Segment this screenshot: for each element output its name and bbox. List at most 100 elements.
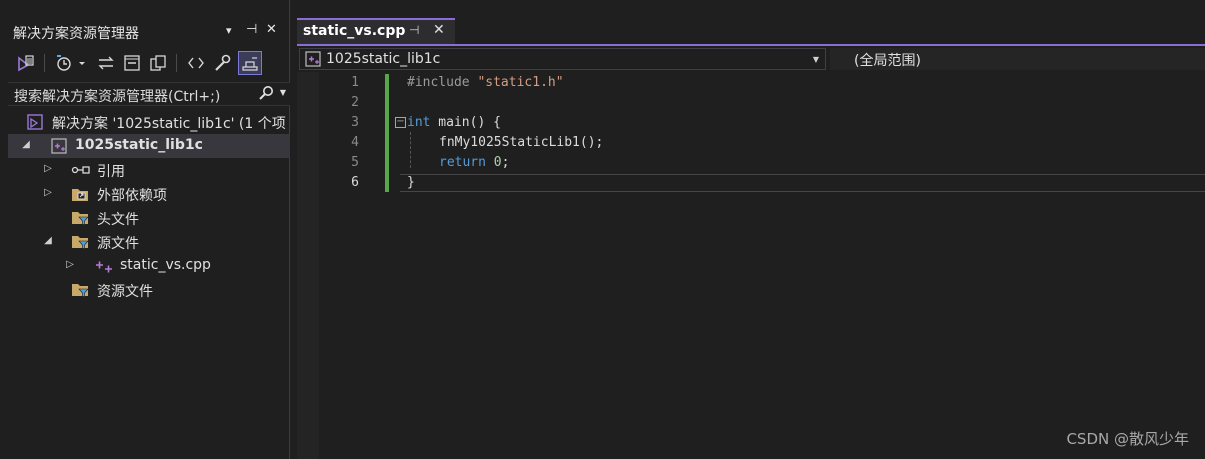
editor-navigation-bar: 1025static_lib1c ▼ (全局范围) [297,47,1205,72]
tree-item-label: 解决方案 '1025static_lib1c' (1 个项 [52,116,286,132]
collapse-all-icon [124,55,140,71]
tree-item-references[interactable]: ▷ 引用 [8,158,290,182]
filter-folder-icon [71,233,89,251]
indent-guide [410,132,411,168]
tree-item-label: 头文件 [97,212,139,228]
tab-title: static_vs.cpp [303,23,406,39]
code-line-1[interactable]: #include "static1.h" [407,75,564,90]
solution-explorer-title-bar: 解决方案资源管理器 ▾ ⊣ ✕ [0,18,290,48]
line-number: 1 [351,75,359,90]
show-all-files-icon [150,55,166,71]
toolbar-separator [44,54,45,72]
scope-dropdown-value: (全局范围) [854,53,921,69]
line-number-current: 6 [351,175,359,190]
cpp-file-icon [94,257,112,275]
line-number: 2 [351,95,359,110]
code-line-4[interactable]: fnMy1025StaticLib1(); [439,135,603,150]
sync-with-active-document-button[interactable] [94,51,118,75]
close-panel-button[interactable]: ✕ [266,22,277,37]
tree-item-label: 资源文件 [97,284,153,300]
filter-folder-icon [71,209,89,227]
preview-icon [242,57,258,71]
tab-static-vs-cpp[interactable]: static_vs.cpp ⊣ ✕ [297,18,455,44]
window-position-dropdown[interactable]: ▾ [226,24,232,37]
keyword: int [407,115,431,130]
line-number: 4 [351,135,359,150]
cpp-project-icon [50,137,68,155]
solution-explorer-search[interactable]: 搜索解决方案资源管理器(Ctrl+;) ▼ [8,82,290,106]
solution-tree: 解决方案 '1025static_lib1c' (1 个项 ◢ 1025stat… [8,110,290,310]
tree-item-label: 引用 [97,164,125,180]
external-deps-icon [71,185,89,203]
code-editor[interactable]: 1 2 3 4 5 6 − #include "static1.h" int m… [297,72,1205,459]
preprocessor-directive: #include [407,75,478,90]
collapse-all-button[interactable] [120,51,144,75]
solution-icon [26,113,44,131]
change-tracking-bar [385,74,389,192]
preview-selected-items-button[interactable] [238,51,262,75]
tree-item-static-vs-cpp[interactable]: ▷ static_vs.cpp [8,254,290,278]
clock-filter-icon [57,55,85,71]
tree-item-resource-files[interactable]: 资源文件 [8,278,290,302]
current-line-highlight [400,174,1205,192]
fold-toggle-icon[interactable]: − [395,117,406,128]
project-dropdown-value: 1025static_lib1c [326,51,441,67]
watermark: CSDN @散风少年 [1066,430,1189,448]
number-literal: 0 [493,155,502,170]
line-number: 3 [351,115,359,130]
code-line-6[interactable]: } [407,175,415,190]
code-line-5[interactable]: return 0; [439,155,509,170]
solution-explorer-panel: 解决方案资源管理器 ▾ ⊣ ✕ 搜索解决方案资源管理器(Ctrl+;) ▼ 解决… [0,0,290,459]
code-brackets-icon [188,57,204,69]
show-all-files-button[interactable] [146,51,170,75]
tree-item-project[interactable]: ◢ 1025static_lib1c [8,134,290,158]
chevron-down-icon: ▼ [812,55,819,64]
code-text: } [407,175,415,190]
tree-item-header-files[interactable]: 头文件 [8,206,290,230]
expand-arrow-icon[interactable]: ▷ [42,187,54,199]
solution-explorer-toolbar [8,48,290,78]
wrench-icon [215,54,231,71]
function-call: fnMy1025StaticLib1 [439,135,580,150]
expand-arrow-icon[interactable]: ▷ [42,163,54,175]
filter-folder-icon [71,281,89,299]
pin-tab-icon[interactable]: ⊣ [409,23,419,37]
project-dropdown[interactable]: 1025static_lib1c ▼ [299,48,826,70]
tab-accent-line [297,44,1205,46]
tree-item-solution[interactable]: 解决方案 '1025static_lib1c' (1 个项 [8,110,290,134]
collapse-arrow-icon[interactable]: ◢ [20,139,32,151]
vs-solution-switch-icon [18,55,34,72]
search-input[interactable]: 搜索解决方案资源管理器(Ctrl+;) [14,86,220,106]
document-tab-strip: static_vs.cpp ⊣ ✕ [297,0,1205,46]
view-code-button[interactable] [184,51,208,75]
tree-item-label: static_vs.cpp [120,257,211,273]
tree-item-external-dependencies[interactable]: ▷ 外部依赖项 [8,182,290,206]
cpp-project-icon [305,51,321,67]
switch-views-button[interactable] [14,51,38,75]
pending-changes-filter-button[interactable] [52,51,90,75]
collapse-arrow-icon[interactable]: ◢ [42,235,54,247]
editor-glyph-margin[interactable] [297,72,319,459]
tree-item-source-files[interactable]: ◢ 源文件 [8,230,290,254]
expand-arrow-icon[interactable]: ▷ [64,259,76,271]
search-options-dropdown[interactable]: ▼ [280,88,286,97]
close-tab-button[interactable]: ✕ [433,22,445,38]
sync-arrows-icon [98,56,114,70]
toolbar-separator [176,54,177,72]
code-text: main() { [430,115,501,130]
tree-item-label: 外部依赖项 [97,188,167,204]
tree-item-label: 源文件 [97,236,139,252]
properties-button[interactable] [210,51,234,75]
code-text: ; [501,155,510,170]
code-line-3[interactable]: int main() { [407,115,501,130]
keyword: return [439,155,486,170]
line-number: 5 [351,155,359,170]
panel-title: 解决方案资源管理器 [13,26,139,42]
scope-dropdown[interactable]: (全局范围) [830,48,1205,70]
search-icon[interactable] [258,85,274,105]
pin-icon[interactable]: ⊣ [246,22,257,37]
tree-item-label: 1025static_lib1c [75,137,203,153]
code-text: (); [579,135,604,150]
include-string: "static1.h" [477,75,564,90]
references-icon [71,161,90,179]
